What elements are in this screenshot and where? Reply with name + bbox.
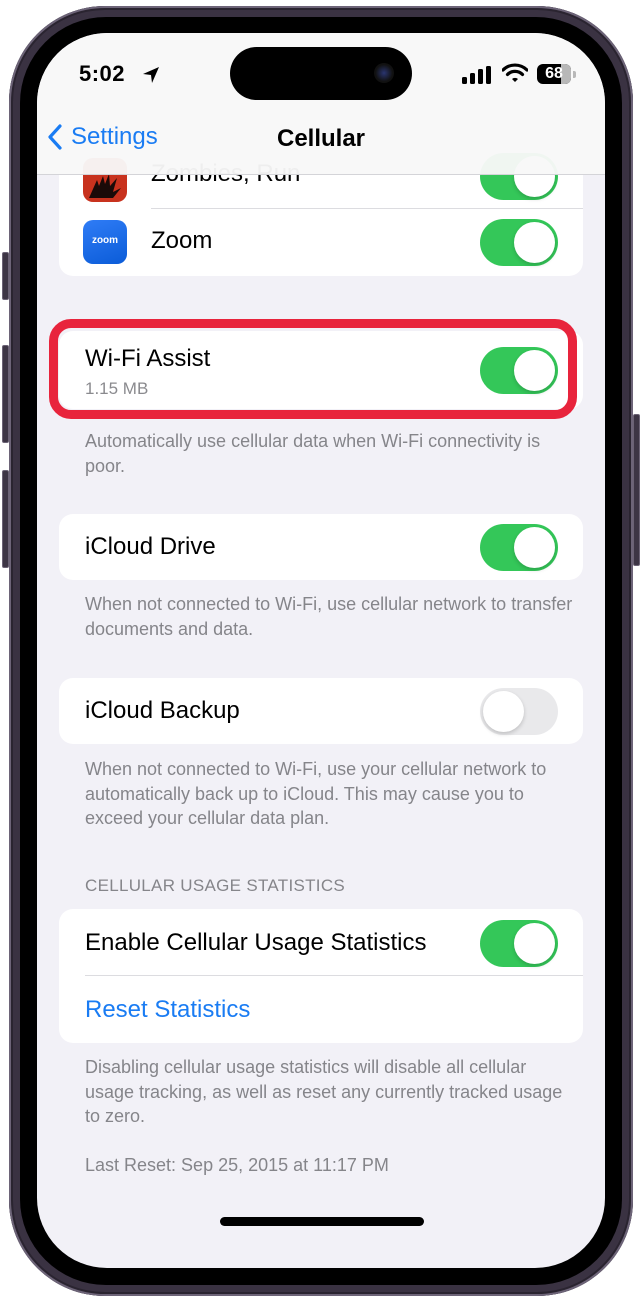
icloud-backup-group: iCloud Backup <box>59 678 583 744</box>
icloud-drive-toggle[interactable] <box>480 524 558 571</box>
status-time: 5:02 <box>79 61 126 86</box>
wifi-assist-group: Wi-Fi Assist 1.15 MB <box>59 331 583 409</box>
app-row-zoom: zoom Zoom <box>59 209 583 276</box>
usage-stats-footnote: Disabling cellular usage statistics will… <box>85 1057 563 1126</box>
icloud-backup-footnote: When not connected to Wi-Fi, use your ce… <box>85 759 547 828</box>
section-header-usage-stats: CELLULAR USAGE STATISTICS <box>85 876 346 895</box>
battery-level: 68 <box>545 65 563 82</box>
wifi-icon <box>502 63 528 82</box>
enable-usage-stats-toggle[interactable] <box>480 920 558 967</box>
icloud-drive-footnote: When not connected to Wi-Fi, use cellula… <box>85 594 573 639</box>
wifi-assist-toggle[interactable] <box>480 347 558 394</box>
icloud-backup-toggle[interactable] <box>480 688 558 735</box>
location-arrow-icon <box>143 67 159 83</box>
icloud-drive-group: iCloud Drive <box>59 514 583 580</box>
reset-statistics-button[interactable]: Reset Statistics <box>85 996 250 1024</box>
volume-down-button <box>2 470 9 568</box>
battery-icon: 68 <box>537 64 571 84</box>
app-name: Zoom <box>151 227 213 254</box>
battery-tip <box>573 71 576 78</box>
icloud-backup-label: iCloud Backup <box>85 697 240 724</box>
wifi-assist-usage: 1.15 MB <box>85 379 149 398</box>
usage-stats-group: Enable Cellular Usage Statistics Reset S… <box>59 909 583 1043</box>
volume-up-button <box>2 345 9 443</box>
enable-usage-stats-label: Enable Cellular Usage Statistics <box>85 929 427 956</box>
dynamic-island <box>230 47 412 100</box>
icloud-drive-label: iCloud Drive <box>85 533 216 560</box>
action-button <box>2 252 9 300</box>
screen: Zombies, Run zoom Zoom Wi-Fi Assist 1.15… <box>37 33 605 1268</box>
last-reset-text: Last Reset: Sep 25, 2015 at 11:17 PM <box>85 1155 389 1175</box>
cellular-signal-icon <box>462 66 491 84</box>
row-divider <box>85 975 583 976</box>
page-title: Cellular <box>276 125 366 152</box>
wifi-assist-label: Wi-Fi Assist <box>85 345 211 372</box>
zoom-toggle[interactable] <box>480 219 558 266</box>
zoom-app-icon: zoom <box>83 220 127 264</box>
home-indicator[interactable] <box>220 1217 424 1226</box>
power-button <box>633 414 640 566</box>
zoom-icon-text: zoom <box>91 235 119 246</box>
wifi-assist-footnote: Automatically use cellular data when Wi-… <box>85 431 541 476</box>
